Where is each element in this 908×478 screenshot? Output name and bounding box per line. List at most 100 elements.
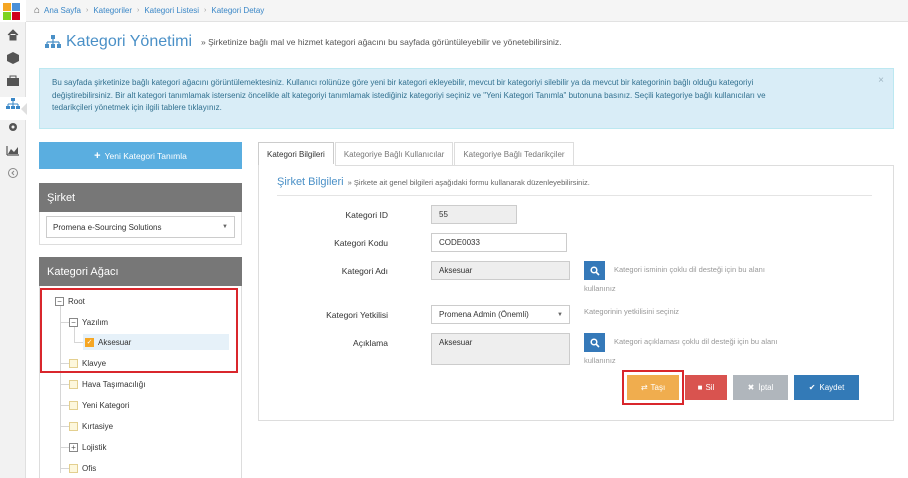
tree-node-lojistik[interactable]: + Lojistik (69, 440, 106, 454)
chart-nav-icon[interactable] (0, 143, 26, 166)
info-alert: Bu sayfada şirketinize bağlı kategori ağ… (39, 68, 894, 129)
app-logo[interactable] (0, 0, 26, 22)
page-header: Kategori Yönetimi » Şirketinize bağlı ma… (45, 33, 562, 51)
tab-bar: Kategori Bilgileri Kategoriye Bağlı Kull… (258, 142, 575, 165)
breadcrumb-kategoriler[interactable]: Kategoriler (93, 6, 132, 15)
tree-label: Yeni Kategori (82, 400, 130, 410)
leaf-icon (69, 421, 78, 431)
breadcrumb-kategori-detay[interactable]: Kategori Detay (211, 6, 264, 15)
active-tab-join (259, 164, 335, 166)
breadcrumb: ⌂ Ana Sayfa › Kategoriler › Kategori Lis… (34, 5, 264, 16)
side-icon-bar (0, 0, 27, 478)
section-header: Şirket Bilgileri » Şirkete ait genel bil… (277, 176, 590, 188)
alert-line: Bu sayfada şirketinize bağlı kategori ağ… (52, 78, 754, 87)
breadcrumb-separator-icon: › (204, 7, 207, 14)
tree-line (60, 447, 69, 448)
tree-label: Ofis (82, 463, 97, 473)
name-field[interactable]: Aksesuar (431, 261, 570, 280)
tree-node-kirtasiye[interactable]: Kırtasiye (69, 419, 113, 433)
section-subtitle: » Şirkete ait genel bilgileri aşağıdaki … (347, 178, 590, 187)
id-field: 55 (431, 205, 517, 224)
search-icon (589, 337, 600, 348)
save-button[interactable]: ✔ Kaydet (794, 375, 859, 400)
delete-label: Sil (705, 383, 715, 392)
tree-label: Kırtasiye (82, 421, 114, 431)
search-icon (589, 265, 600, 276)
close-icon: ✖ (747, 383, 755, 392)
home-icon[interactable]: ⌂ (34, 5, 40, 16)
name-translate-button[interactable] (584, 261, 605, 280)
briefcase-nav-icon[interactable] (0, 74, 26, 97)
desc-help-text-2: kullanınız (584, 356, 616, 365)
leaf-icon (69, 379, 78, 389)
breadcrumb-separator-icon: › (85, 7, 89, 14)
company-panel-title: Şirket (47, 191, 76, 204)
tab-kategori-bilgileri[interactable]: Kategori Bilgileri (258, 142, 334, 165)
tree-line (60, 384, 69, 385)
section-divider (277, 195, 872, 196)
owner-help-text: Kategorinin yetkilisini seçiniz (584, 307, 680, 316)
id-label: Kategori ID (345, 210, 388, 220)
collapse-nav-icon[interactable] (0, 166, 26, 189)
code-field[interactable]: CODE0033 (431, 233, 567, 252)
top-bar: ⌂ Ana Sayfa › Kategoriler › Kategori Lis… (26, 0, 908, 22)
caret-down-icon: ▼ (557, 311, 563, 318)
cancel-button[interactable]: ✖ İptal (733, 375, 788, 400)
company-select-value: Promena e-Sourcing Solutions (53, 222, 162, 232)
desc-field[interactable]: Aksesuar (431, 333, 570, 365)
home-nav-icon[interactable] (0, 28, 26, 51)
save-label: Kaydet (819, 383, 845, 392)
owner-select[interactable]: Promena Admin (Önemli) ▼ (431, 305, 570, 324)
tree-node-ofis[interactable]: Ofis (69, 461, 96, 475)
company-panel-header: Şirket (39, 183, 242, 212)
tree-line (60, 426, 69, 427)
tree-line (60, 405, 69, 406)
page-title: Kategori Yönetimi (66, 33, 192, 50)
breadcrumb-separator-icon: › (137, 7, 140, 14)
close-icon[interactable]: × (878, 75, 884, 88)
name-label: Kategori Adı (341, 266, 388, 276)
cube-nav-icon[interactable] (0, 51, 26, 74)
desc-translate-button[interactable] (584, 333, 605, 352)
company-panel-body: Promena e-Sourcing Solutions ▼ (39, 212, 242, 245)
tree-label: Lojistik (82, 442, 107, 452)
tree-line (60, 468, 69, 469)
leaf-icon (69, 400, 78, 410)
gear-nav-icon[interactable] (0, 120, 26, 143)
section-title: Şirket Bilgileri (277, 176, 344, 188)
tree-node-yeni[interactable]: Yeni Kategori (69, 398, 129, 412)
check-icon: ✔ (808, 383, 816, 392)
alert-line: değiştirebilirsiniz. Bir alt kategori ta… (52, 90, 766, 100)
sitemap-nav-icon[interactable] (0, 97, 27, 120)
name-help-text-2: kullanınız (584, 284, 616, 293)
cancel-label: İptal (758, 383, 774, 392)
expand-icon[interactable]: + (69, 442, 78, 452)
tab-kategoriye-bagli-kullanicilar[interactable]: Kategoriye Bağlı Kullanıcılar (334, 142, 454, 165)
caret-down-icon: ▼ (222, 224, 228, 230)
name-help-text: Kategori isminin çoklu dil desteği için … (614, 265, 765, 274)
desc-label: Açıklama (353, 338, 388, 348)
plus-icon: + (94, 149, 101, 162)
tree-highlight-frame (40, 288, 238, 373)
owner-select-value: Promena Admin (Önemli) (439, 310, 529, 319)
new-category-button[interactable]: + Yeni Kategori Tanımla (39, 142, 242, 169)
trash-icon: ■ (697, 383, 703, 392)
breadcrumb-home[interactable]: Ana Sayfa (44, 6, 81, 15)
leaf-icon (69, 463, 78, 473)
delete-button[interactable]: ■ Sil (685, 375, 727, 400)
move-highlight-frame (622, 370, 684, 405)
new-category-label: Yeni Kategori Tanımla (104, 150, 187, 161)
desc-help-text: Kategori açıklaması çoklu dil desteği iç… (614, 337, 778, 346)
sitemap-icon (45, 35, 61, 48)
alert-line: tedarikçileri yönetmek için ilgili table… (52, 103, 222, 112)
breadcrumb-kategori-listesi[interactable]: Kategori Listesi (144, 6, 199, 15)
tree-panel-header: Kategori Ağacı (39, 257, 242, 286)
owner-label: Kategori Yetkilisi (326, 310, 388, 320)
tree-node-hava[interactable]: Hava Taşımacılığı (69, 377, 145, 391)
tree-panel-title: Kategori Ağacı (47, 265, 119, 278)
tree-label: Hava Taşımacılığı (82, 379, 146, 389)
tab-kategoriye-bagli-tedarikciler[interactable]: Kategoriye Bağlı Tedarikçiler (454, 142, 574, 165)
page-subtitle: » Şirketinize bağlı mal ve hizmet katego… (201, 37, 562, 47)
code-label: Kategori Kodu (334, 238, 388, 248)
company-select[interactable]: Promena e-Sourcing Solutions ▼ (46, 216, 235, 238)
